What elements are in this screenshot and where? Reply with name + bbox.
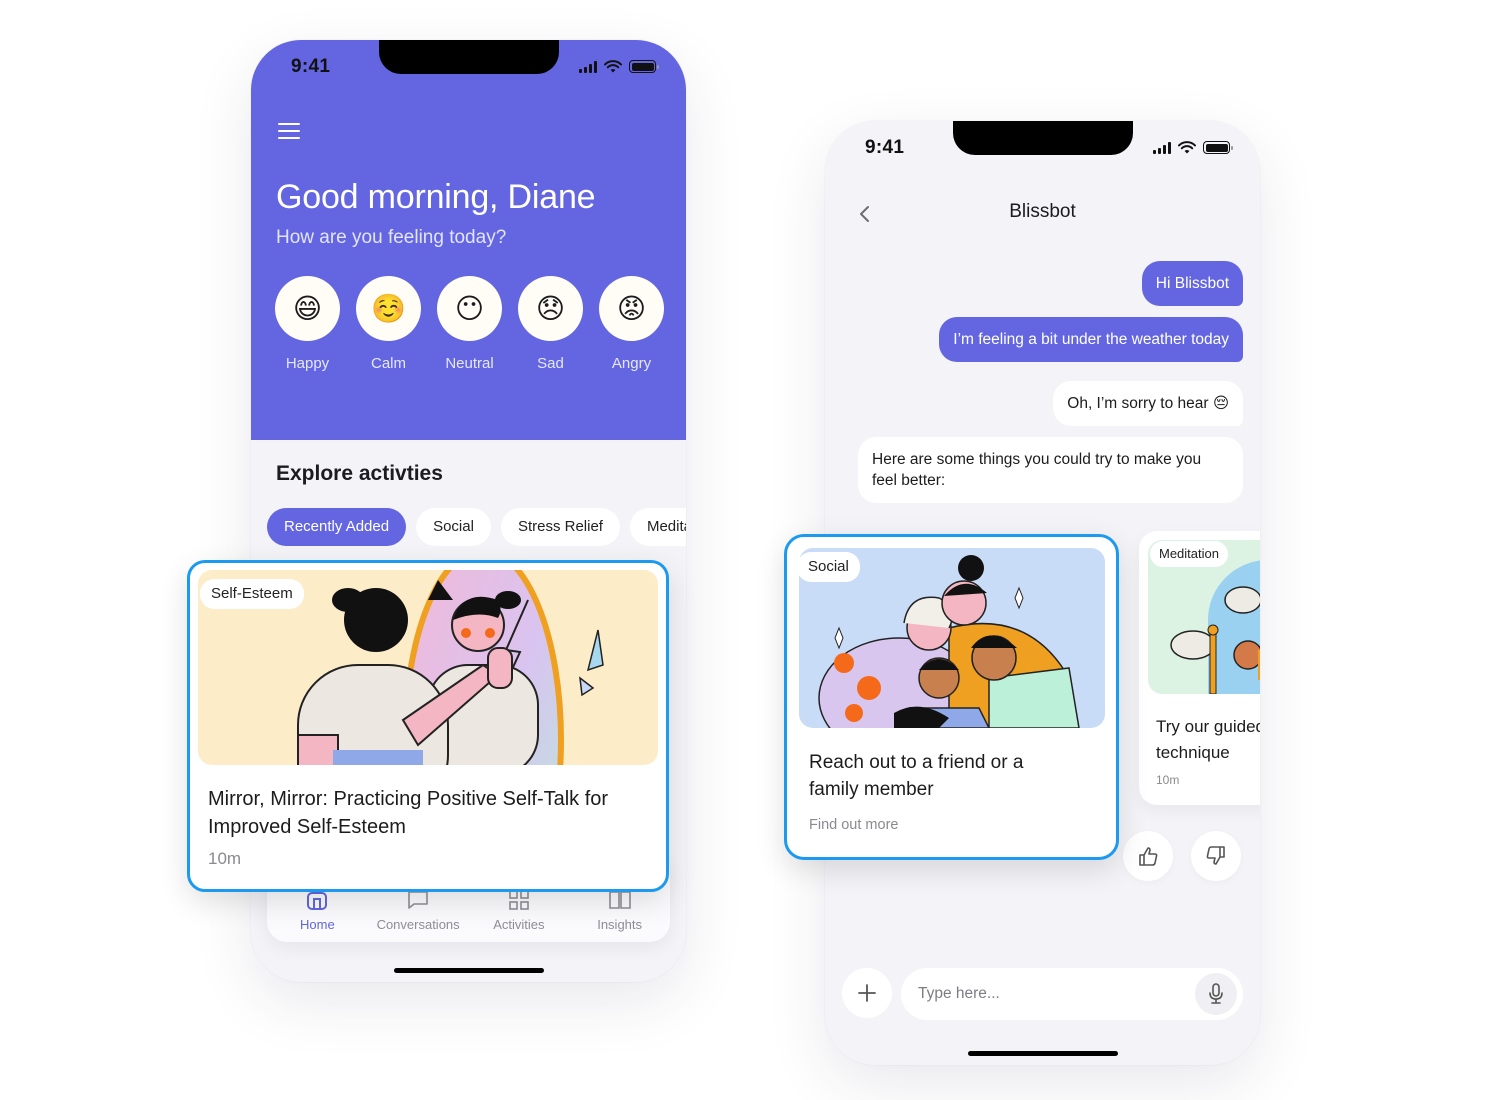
tab-insights[interactable]: Insights: [572, 889, 667, 932]
category-chips: Recently Added Social Stress Relief Medi…: [267, 508, 686, 546]
category-tag: Self-Esteem: [200, 579, 304, 609]
voice-input-button[interactable]: [1195, 973, 1237, 1015]
mood-angry[interactable]: 😡 Angry: [599, 276, 664, 372]
notch: [378, 40, 559, 74]
mood-sad[interactable]: 😞 Sad: [518, 276, 583, 372]
feedback-buttons: [1123, 831, 1241, 881]
greeting-title: Good morning, Diane: [276, 178, 596, 216]
grid-icon: [507, 889, 531, 911]
chat-header: Blissbot: [825, 199, 1260, 229]
mood-label: Calm: [370, 355, 406, 372]
tab-label: Home: [300, 917, 335, 932]
category-tag: Meditation: [1150, 541, 1228, 567]
mood-happy[interactable]: 😄 Happy: [275, 276, 340, 372]
mood-selector: 😄 Happy ☺️ Calm 😶 Neutral 😞 Sad 😡 Angry: [275, 276, 664, 372]
chip-recently-added[interactable]: Recently Added: [267, 508, 407, 546]
tab-home[interactable]: Home: [270, 889, 365, 932]
battery-icon: [629, 60, 659, 73]
card-title: Mirror, Mirror: Practicing Positive Self…: [208, 788, 609, 838]
suggestion-card-meditation[interactable]: Meditation Try our guided technique 10m: [1139, 531, 1260, 805]
mood-label: Angry: [611, 355, 652, 372]
card-title: Try our guided technique: [1156, 714, 1260, 766]
mood-label: Sad: [537, 355, 564, 372]
calm-emoji-icon: ☺️: [356, 276, 421, 341]
thumbs-up-button[interactable]: [1123, 831, 1173, 881]
wifi-icon: [604, 60, 622, 73]
user-message: Hi Blissbot: [1141, 261, 1243, 306]
card-title: Reach out to a friend or a family member: [809, 752, 1024, 800]
tab-activities[interactable]: Activities: [471, 889, 566, 932]
mood-label: Neutral: [445, 355, 494, 372]
plus-icon: [858, 984, 876, 1002]
wifi-icon: [1178, 141, 1196, 154]
book-icon: [608, 889, 632, 911]
tab-label: Conversations: [376, 917, 460, 932]
find-out-more-link[interactable]: Find out more: [809, 817, 898, 833]
battery-icon: [1203, 141, 1233, 154]
chat-bubble-icon: [406, 889, 430, 911]
cellular-signal-icon: [579, 60, 597, 73]
hamburger-menu-icon[interactable]: [278, 123, 300, 139]
status-time: 9:41: [865, 137, 905, 158]
message-composer: [842, 968, 1243, 1020]
section-title: Explore activties: [276, 462, 443, 485]
greeting-subtitle: How are you feeling today?: [276, 227, 507, 248]
user-message: I’m feeling a bit under the weather toda…: [939, 317, 1243, 362]
chip-meditation[interactable]: Meditat: [629, 508, 686, 546]
notch: [952, 121, 1133, 155]
tab-label: Insights: [597, 917, 643, 932]
mood-calm[interactable]: ☺️ Calm: [356, 276, 421, 372]
neutral-emoji-icon: 😶: [437, 276, 502, 341]
suggestion-card-social[interactable]: Social Reach out to a friend or a family…: [784, 534, 1119, 860]
card-duration: 10m: [1156, 773, 1180, 787]
mood-neutral[interactable]: 😶 Neutral: [437, 276, 502, 372]
bot-message: Oh, I’m sorry to hear 😔: [1053, 381, 1243, 426]
home-icon: [305, 889, 329, 911]
sad-emoji-icon: 😞: [518, 276, 583, 341]
tab-conversations[interactable]: Conversations: [371, 889, 466, 932]
home-indicator: [967, 1051, 1118, 1056]
hero-curve: [251, 400, 686, 436]
home-indicator: [393, 968, 544, 973]
card-title-text: Try our guided technique: [1156, 717, 1260, 762]
thumbs-down-icon: [1206, 846, 1225, 865]
thumbs-up-icon: [1139, 847, 1158, 866]
status-time: 9:41: [291, 56, 331, 77]
microphone-icon: [1209, 983, 1223, 1004]
category-tag: Social: [797, 552, 860, 582]
tab-label: Activities: [493, 917, 545, 932]
message-input[interactable]: [918, 968, 1178, 1020]
cellular-signal-icon: [1153, 141, 1171, 154]
message-input-wrapper: [901, 968, 1243, 1020]
angry-emoji-icon: 😡: [599, 276, 664, 341]
thumbs-down-button[interactable]: [1191, 831, 1241, 881]
mood-label: Happy: [285, 355, 330, 372]
add-attachment-button[interactable]: [842, 968, 892, 1018]
featured-activity-card[interactable]: Self-Esteem Mirror, Mirror: Practicing P…: [187, 560, 669, 892]
chip-stress-relief[interactable]: Stress Relief: [500, 508, 620, 546]
bot-message: Here are some things you could try to ma…: [858, 437, 1243, 503]
card-duration: 10m: [208, 849, 242, 868]
happy-emoji-icon: 😄: [275, 276, 340, 341]
chat-title: Blissbot: [1009, 201, 1076, 222]
chip-social[interactable]: Social: [416, 508, 491, 546]
